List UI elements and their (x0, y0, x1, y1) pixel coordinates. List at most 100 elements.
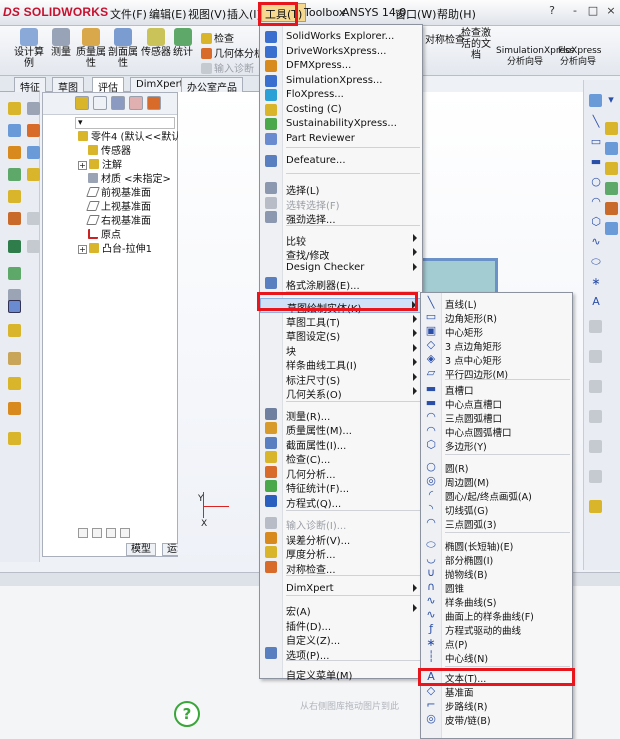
tool-icon-5[interactable] (8, 190, 21, 203)
sketch-menu-item[interactable]: ○ 圆(R) (421, 460, 572, 476)
config-icon[interactable] (111, 96, 125, 110)
tool-icon-r3[interactable] (589, 380, 602, 393)
sketch-menu-item[interactable]: ◎ 周边圆(M) (421, 474, 572, 490)
sketch-menu-item[interactable]: ◇ 基准面 (421, 684, 572, 700)
tools-menu-item[interactable]: 样条曲线工具(I) (260, 356, 422, 372)
tools-menu-item[interactable]: 自定义菜单(M) (260, 666, 422, 682)
sketch-menu-item[interactable]: ⬡ 多边形(Y) (421, 438, 572, 454)
tools-menu-item[interactable]: 对称检查... (260, 560, 422, 576)
tools-menu-item[interactable]: 块 (260, 342, 422, 358)
arc-icon[interactable]: ◠ (589, 196, 603, 208)
display-icon[interactable] (147, 96, 161, 110)
floxpress-button[interactable]: FloXpress分析向导 (558, 46, 601, 68)
tools-menu-item[interactable]: Part Reviewer (260, 132, 422, 147)
sketch-menu-item[interactable]: ◠ 中心点圆弧槽口 (421, 424, 572, 440)
tab-office[interactable]: 办公室产品 (181, 77, 243, 94)
tool-icon-15[interactable] (8, 432, 21, 445)
help-icon[interactable]: ? (544, 4, 560, 20)
sketch-menu-item[interactable]: ∗ 点(P) (421, 636, 572, 652)
tools-menu-item[interactable]: 几何分析... (260, 465, 422, 481)
tools-menu-item[interactable]: Defeature... (260, 154, 422, 169)
sketch-menu-item[interactable]: ╲ 直线(L) (421, 296, 572, 312)
sketch-icon[interactable] (589, 94, 602, 107)
sketch-menu-item[interactable]: ◠ 三点圆弧(3) (421, 516, 572, 532)
tree-row-right-plane[interactable]: 右视基准面 (86, 215, 151, 228)
tree-row-origin[interactable]: 原点 (88, 229, 121, 242)
next-icon[interactable] (106, 528, 116, 538)
tools-menu-item[interactable]: 特征统计(F)... (260, 479, 422, 495)
tools-menu-item[interactable]: 自定义(Z)... (260, 631, 422, 647)
taskpane-icon-4[interactable] (605, 182, 618, 195)
tool-icon-11[interactable] (8, 324, 21, 337)
tree-row-front-plane[interactable]: 前视基准面 (86, 187, 151, 200)
tools-menu-item[interactable]: FloXpress... (260, 88, 422, 103)
tools-menu-item[interactable]: 选择(L) (260, 181, 422, 197)
tools-menu-item[interactable]: 误差分析(V)... (260, 531, 422, 547)
tools-menu-item[interactable]: 测量(R)... (260, 407, 422, 423)
simulationxpress-button[interactable]: SimulationXpress分析向导 (496, 46, 574, 68)
sketch-menu-item[interactable]: ◠ 三点圆弧槽口 (421, 410, 572, 426)
tool-icon-17[interactable] (27, 124, 40, 137)
tool-icon-7[interactable] (8, 240, 21, 253)
tab-evaluate[interactable]: 评估 (92, 77, 124, 94)
import-diagnosis-button[interactable]: 输入诊断 (201, 60, 254, 75)
tool-icon-1[interactable] (8, 102, 21, 115)
tools-menu-item[interactable]: 查找/修改 (260, 246, 422, 262)
sketch-menu-item[interactable]: ∪ 抛物线(B) (421, 566, 572, 582)
tool-icon-18[interactable] (27, 146, 40, 159)
smart-dim-icon[interactable]: ▾ (604, 94, 618, 106)
sketch-menu-item[interactable]: ⬭ 椭圆(长短轴)(E) (421, 538, 572, 554)
tab-model[interactable]: 模型 (126, 543, 156, 556)
line-icon[interactable]: ╲ (589, 116, 603, 128)
sketch-menu-item[interactable]: ⌐ 步路线(R) (421, 698, 572, 714)
tool-icon-10[interactable] (8, 300, 21, 313)
text-icon[interactable]: A (589, 296, 603, 308)
sketch-menu-item[interactable]: ◈ 3 点中心矩形 (421, 352, 572, 368)
sketch-menu-item[interactable]: ◝ 切线弧(G) (421, 502, 572, 518)
sketch-menu-item[interactable]: ▱ 平行四边形(M) (421, 366, 572, 382)
polygon-icon[interactable]: ⬡ (589, 216, 603, 228)
tools-menu-item[interactable]: 草图工具(T) (260, 313, 422, 329)
tools-menu-item[interactable]: 草图设定(S) (260, 327, 422, 343)
tool-icon-4[interactable] (8, 168, 21, 181)
restore-icon[interactable]: □ (585, 4, 601, 20)
tools-menu-item[interactable]: 插件(D)... (260, 617, 422, 633)
check-active-doc-button[interactable]: 检查激活的文档 (458, 28, 494, 61)
sketch-menu-item[interactable]: ∿ 样条曲线(S) (421, 594, 572, 610)
tools-menu-item[interactable]: 厚度分析... (260, 545, 422, 561)
tool-icon-2[interactable] (8, 124, 21, 137)
prev-icon[interactable] (92, 528, 102, 538)
tree-row-annotation[interactable]: + 注解 (78, 159, 122, 172)
tool-icon-14[interactable] (8, 402, 21, 415)
sketch-menu-item[interactable]: ∿ 曲面上的样条曲线(F) (421, 608, 572, 624)
sketch-menu-item[interactable]: ◜ 圆心/起/终点画弧(A) (421, 488, 572, 504)
taskpane-icon-3[interactable] (605, 162, 618, 175)
check-button[interactable]: 检查 (201, 30, 234, 45)
tools-menu-item[interactable]: Design Checker (260, 261, 422, 276)
tree-row-sensor[interactable]: 传感器 (88, 145, 131, 158)
sketch-menu-item[interactable]: ◎ 皮带/链(B) (421, 712, 572, 728)
taskpane-icon-6[interactable] (605, 222, 618, 235)
tree-row-top-plane[interactable]: 上视基准面 (86, 201, 151, 214)
tools-menu-item[interactable]: 强劲选择... (260, 210, 422, 226)
tool-icon-3[interactable] (8, 146, 21, 159)
tools-menu-item[interactable]: DFMXpress... (260, 59, 422, 74)
tools-menu-item[interactable]: 比较 (260, 232, 422, 248)
tools-menu-item[interactable]: 选项(P)... (260, 646, 422, 662)
tool-icon-r4[interactable] (589, 410, 602, 423)
mass-props-button[interactable]: 质量属性 (74, 28, 108, 69)
menu-help[interactable]: 帮助(H) (437, 6, 476, 22)
measure-button[interactable]: 测量 (44, 28, 78, 58)
tree-row-material[interactable]: 材质 <未指定> (88, 173, 171, 186)
taskpane-icon-2[interactable] (605, 142, 618, 155)
tools-menu-item[interactable]: DimXpert (260, 582, 422, 597)
tool-icon-8[interactable] (8, 267, 21, 280)
tree-filter-icon[interactable]: ▾ (75, 117, 175, 129)
menu-file[interactable]: 文件(F) (110, 6, 147, 22)
tools-menu-item[interactable]: 宏(A) (260, 602, 422, 618)
tools-menu-item[interactable]: 质量属性(M)... (260, 421, 422, 437)
feature-tree-icon[interactable] (75, 96, 89, 110)
point-icon[interactable]: ∗ (589, 276, 603, 288)
menu-view[interactable]: 视图(V) (188, 6, 226, 22)
tool-icon-r7[interactable] (589, 500, 602, 513)
